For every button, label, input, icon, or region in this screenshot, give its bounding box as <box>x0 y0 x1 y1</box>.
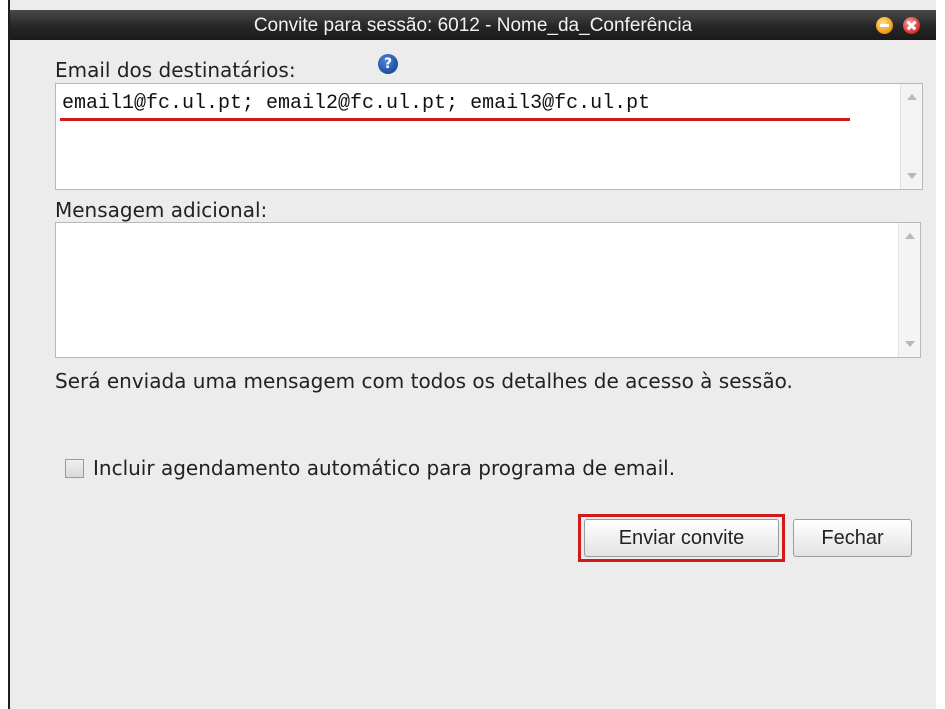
message-scrollbar[interactable] <box>898 223 920 357</box>
scroll-down-icon[interactable] <box>907 173 917 179</box>
recipients-value: email1@fc.ul.pt; email2@fc.ul.pt; email3… <box>62 92 651 115</box>
recipients-scrollbar[interactable] <box>900 84 922 189</box>
schedule-checkbox-label: Incluir agendamento automático para prog… <box>93 456 676 480</box>
scroll-up-icon[interactable] <box>907 94 917 100</box>
help-icon[interactable]: ? <box>378 54 398 74</box>
titlebar: Convite para sessão: 6012 - Nome_da_Conf… <box>10 10 936 40</box>
close-button[interactable]: Fechar <box>793 519 912 557</box>
recipients-field[interactable]: email1@fc.ul.pt; email2@fc.ul.pt; email3… <box>55 83 923 190</box>
message-label: Mensagem adicional: <box>55 198 268 222</box>
window-title: Convite para sessão: 6012 - Nome_da_Conf… <box>253 15 693 36</box>
recipients-highlight <box>60 118 850 121</box>
send-invite-button[interactable]: Enviar convite <box>584 519 779 557</box>
scroll-down-icon[interactable] <box>905 341 915 347</box>
minimize-icon[interactable] <box>876 17 893 34</box>
close-icon[interactable] <box>903 17 920 34</box>
recipients-label: Email dos destinatários: <box>55 58 296 82</box>
schedule-checkbox[interactable] <box>65 459 84 478</box>
message-field[interactable] <box>55 222 921 358</box>
scroll-up-icon[interactable] <box>905 233 915 239</box>
info-text: Será enviada uma mensagem com todos os d… <box>55 369 793 393</box>
invite-dialog: Convite para sessão: 6012 - Nome_da_Conf… <box>8 0 936 709</box>
